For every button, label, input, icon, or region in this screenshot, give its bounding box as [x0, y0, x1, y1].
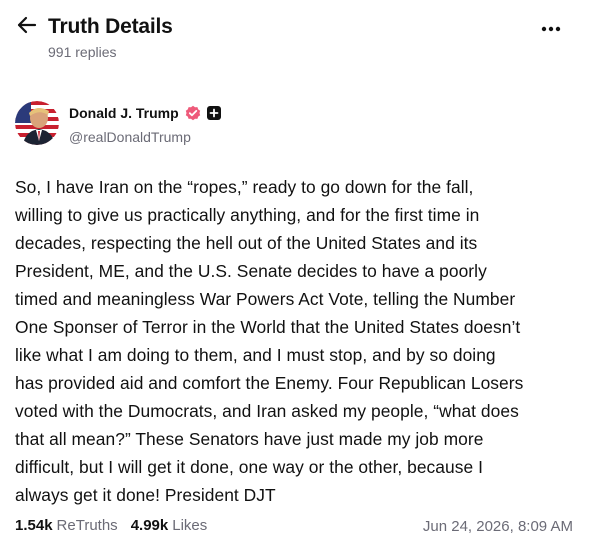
more-options-button[interactable] [538, 18, 564, 38]
plus-badge-icon [206, 106, 221, 120]
likes-label: Likes [172, 517, 208, 534]
more-horizontal-icon [541, 19, 561, 37]
post-line: voted with the Dumocrats, and Iran asked… [15, 401, 519, 421]
post-line: timed and meaningless War Powers Act Vot… [15, 289, 516, 309]
post-line: difficult, but I will get it done, one w… [15, 457, 483, 477]
post-line: always get it done! President DJT [15, 485, 276, 505]
arrow-left-icon [17, 16, 37, 39]
post-line: President, ME, and the U.S. Senate decid… [15, 261, 487, 281]
retruths-count: 1.54k [15, 517, 53, 534]
retruths-label: ReTruths [56, 517, 118, 534]
post-line: like what I am doing to them, and I must… [15, 345, 496, 365]
page-header: Truth Details 991 replies [0, 0, 590, 70]
author-name-row: Donald J. Trump [69, 105, 221, 121]
likes-count: 4.99k [130, 517, 169, 534]
post-line: that all mean?” These Senators have just… [15, 429, 484, 449]
back-button[interactable] [14, 14, 40, 40]
post-line: has provided aid and comfort the Enemy. … [15, 373, 524, 393]
post-line: So, I have Iran on the “ropes,” ready to… [15, 177, 474, 197]
avatar[interactable] [15, 101, 59, 145]
post-line: decades, respecting the hell out of the … [15, 233, 478, 253]
page-title: Truth Details [48, 15, 173, 38]
author-name[interactable]: Donald J. Trump [69, 105, 179, 121]
author-handle[interactable]: @realDonaldTrump [69, 129, 191, 145]
post-line: One Sponser of Terror in the World that … [15, 317, 521, 337]
post-line: willing to give us practically anything,… [15, 205, 480, 225]
post-timestamp: Jun 24, 2026, 8:09 AM [422, 518, 573, 535]
verified-badge-icon [185, 105, 201, 121]
likes-stat[interactable]: 4.99k Likes [131, 517, 208, 534]
replies-count[interactable]: 991 replies [48, 44, 117, 60]
retruths-stat[interactable]: 1.54k ReTruths [15, 517, 118, 534]
post-stats: 1.54k ReTruths 4.99k Likes [15, 517, 220, 534]
post-body: So, I have Iran on the “ropes,” ready to… [15, 173, 580, 509]
